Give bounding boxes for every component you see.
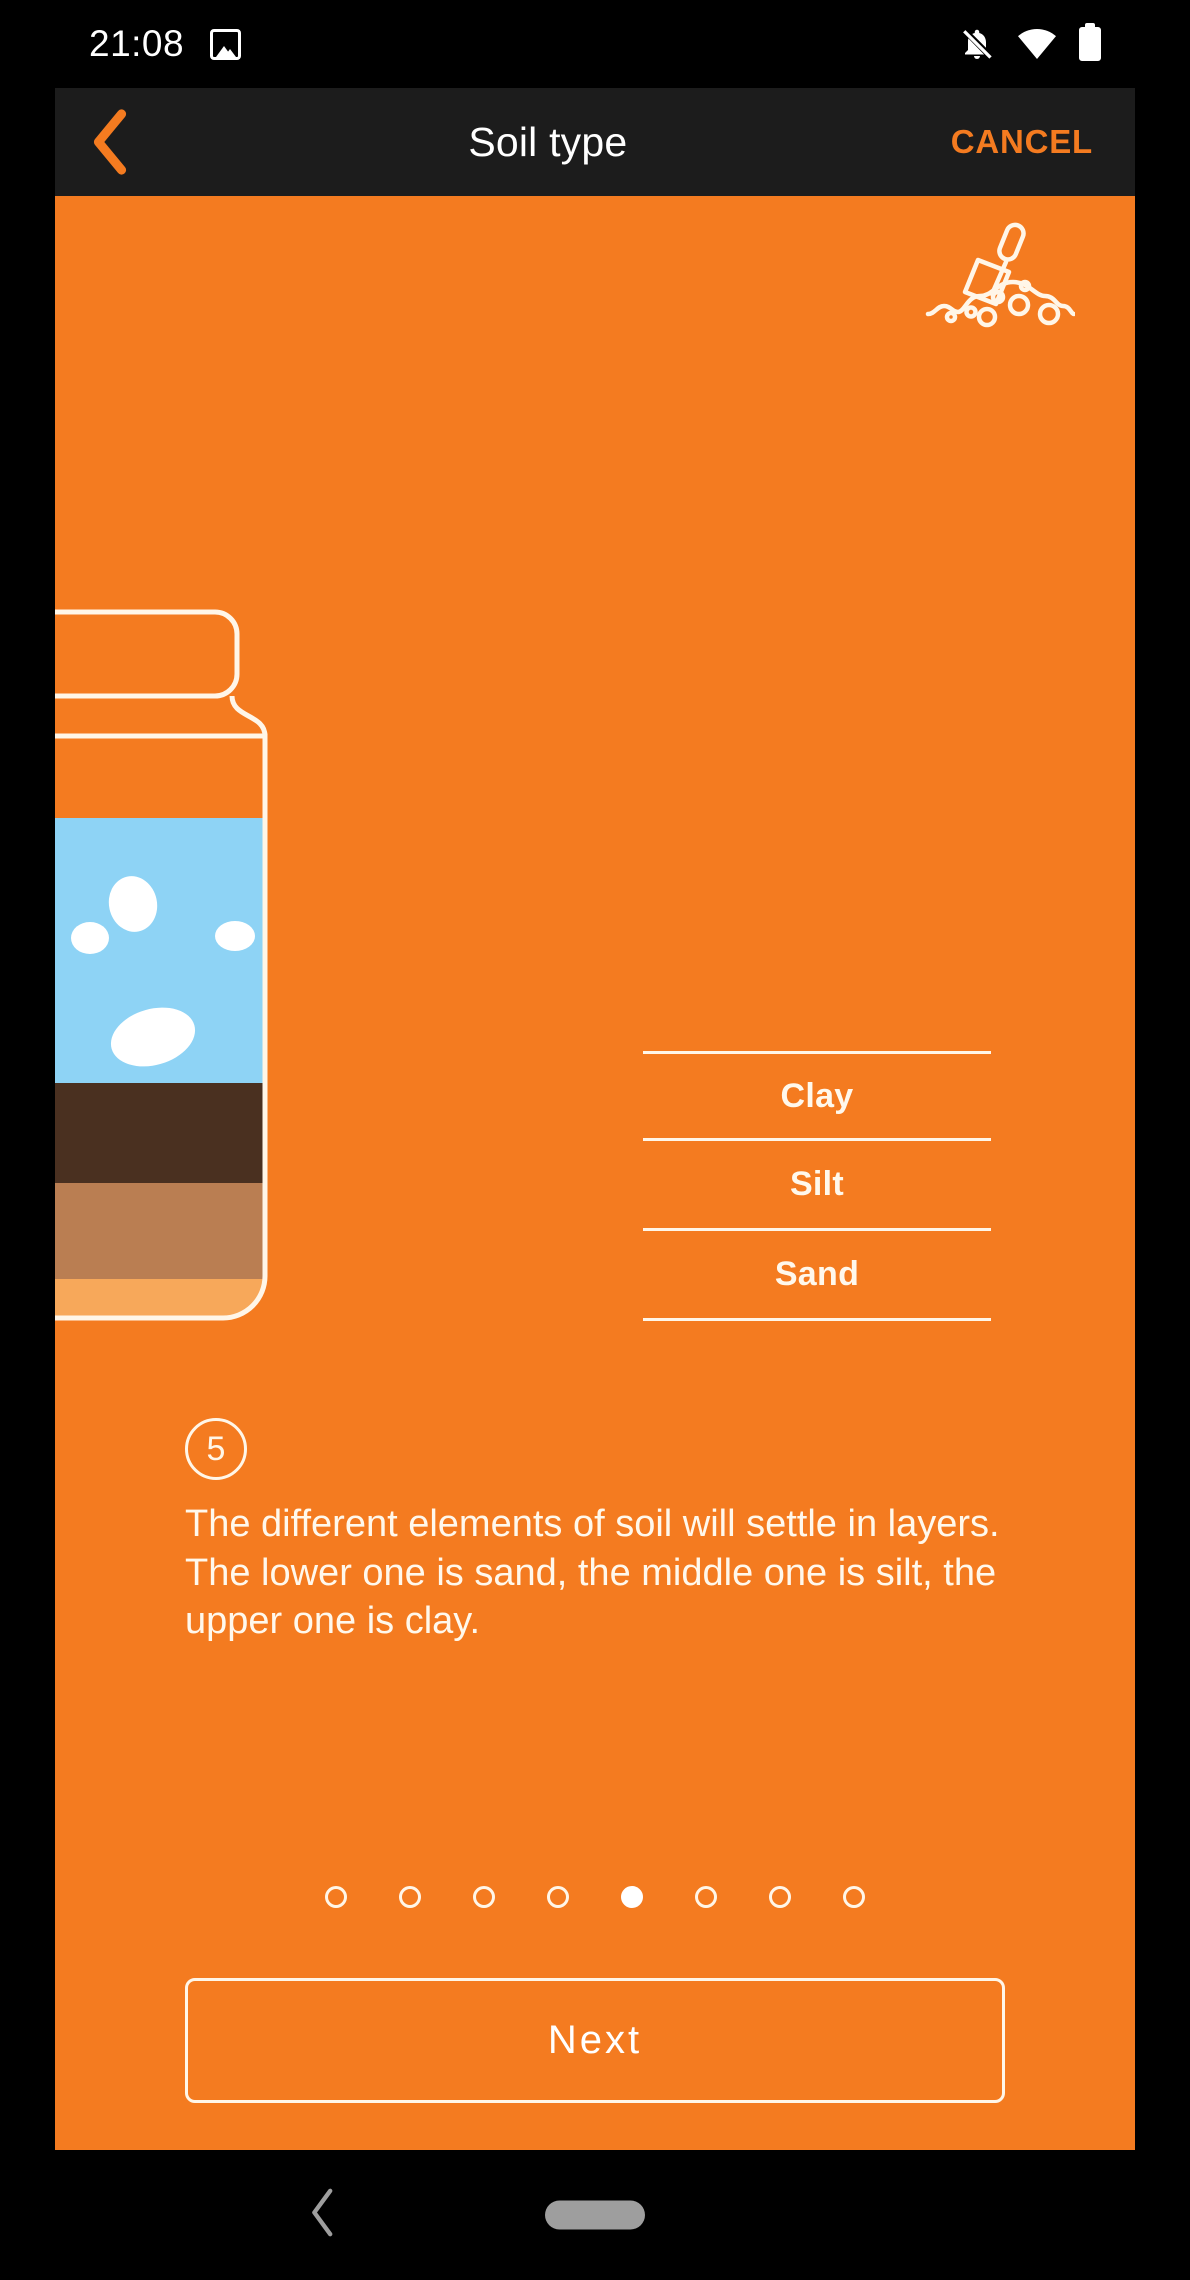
- chevron-left-icon: [93, 109, 127, 175]
- nav-back-button[interactable]: [308, 2187, 338, 2244]
- label-sand: Sand: [774, 1255, 860, 1293]
- phone-screen: 21:08 Soil type CANCEL Clay Silt Sand 5 …: [55, 0, 1135, 2280]
- label-row: Clay: [643, 1051, 991, 1141]
- wifi-icon: [1018, 29, 1056, 59]
- main-content: Clay Silt Sand 5 The different elements …: [55, 196, 1135, 2150]
- pagination-dot-5[interactable]: [621, 1886, 643, 1908]
- pagination-dot-4[interactable]: [547, 1886, 569, 1908]
- chevron-left-icon: [312, 2188, 333, 2237]
- image-icon: [210, 28, 242, 60]
- next-button[interactable]: Next: [185, 1978, 1005, 2103]
- silt-layer: [55, 1183, 265, 1279]
- pagination-dot-6[interactable]: [695, 1886, 717, 1908]
- jar-lid: [55, 609, 240, 699]
- label-clay: Clay: [780, 1076, 854, 1115]
- bell-off-icon: [963, 29, 992, 59]
- page-title: Soil type: [468, 118, 628, 165]
- step-instruction-block: 5 The different elements of soil will se…: [185, 1418, 1025, 1646]
- status-bar-notifications: [210, 28, 242, 60]
- jar-neck: [229, 695, 268, 737]
- label-row: Sand: [643, 1231, 991, 1321]
- gesture-pill[interactable]: [545, 2200, 645, 2230]
- soil-layer-labels: Clay Silt Sand: [643, 1051, 991, 1321]
- battery-icon: [1079, 27, 1101, 61]
- pagination-dots: [55, 1886, 1135, 1908]
- status-bar: 21:08: [55, 0, 1135, 88]
- status-bar-clock: 21:08: [89, 23, 185, 64]
- device-frame: 21:08 Soil type CANCEL Clay Silt Sand 5 …: [0, 0, 1190, 2280]
- clay-layer: [55, 1083, 265, 1183]
- pagination-dot-2[interactable]: [399, 1886, 421, 1908]
- shovel-in-soil-icon: [925, 218, 1077, 333]
- pagination-dot-7[interactable]: [769, 1886, 791, 1908]
- pagination-dot-1[interactable]: [325, 1886, 347, 1908]
- step-description: The different elements of soil will sett…: [185, 1503, 1000, 1643]
- step-number-badge: 5: [185, 1418, 247, 1480]
- label-row: Silt: [643, 1141, 991, 1231]
- soil-jar-illustration: [55, 596, 405, 1356]
- android-navigation-bar: [55, 2150, 1135, 2280]
- pagination-dot-3[interactable]: [473, 1886, 495, 1908]
- pagination-dot-8[interactable]: [843, 1886, 865, 1908]
- label-silt: Silt: [789, 1165, 845, 1203]
- status-bar-system-icons: [959, 26, 1101, 62]
- app-bar: Soil type CANCEL: [55, 88, 1135, 196]
- cancel-button[interactable]: CANCEL: [951, 123, 1135, 161]
